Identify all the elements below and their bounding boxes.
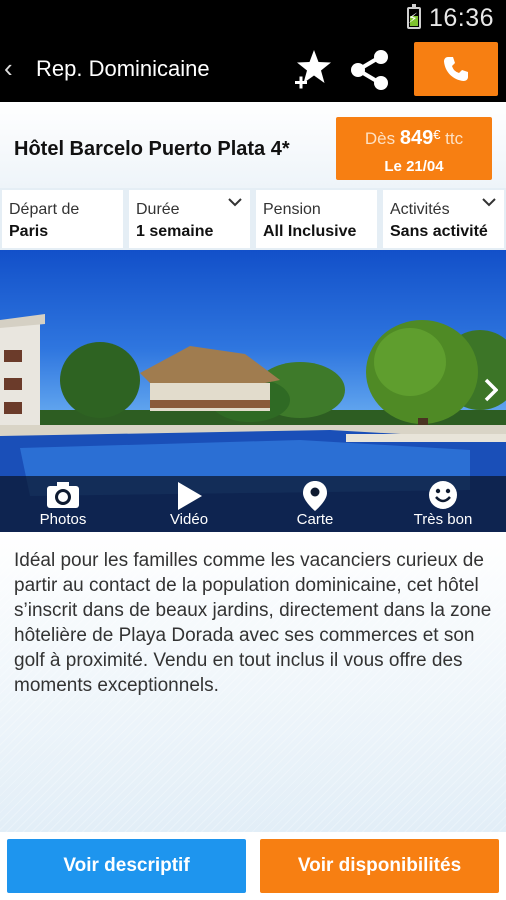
phone-icon: [444, 57, 468, 81]
page-title: Rep. Dominicaine: [36, 56, 210, 81]
filter-value: 1 semaine: [136, 223, 214, 240]
battery-charging-icon: ⚡: [407, 4, 421, 29]
filter-label: Départ de: [9, 201, 80, 218]
hotel-name: Hôtel Barcelo Puerto Plata 4*: [14, 138, 290, 160]
chevron-left-icon[interactable]: ‹: [4, 54, 20, 82]
filter-board[interactable]: Pension All Inclusive: [256, 190, 377, 248]
filter-bar: Départ de Paris Durée 1 semaine Pension …: [0, 188, 506, 250]
star-add-icon[interactable]: [292, 48, 332, 92]
filter-activities[interactable]: Activités Sans activité: [383, 190, 504, 248]
rating-button[interactable]: Très bon: [380, 476, 506, 532]
map-button[interactable]: Carte: [252, 476, 378, 532]
status-clock: 16:36: [428, 4, 494, 32]
status-bar: ⚡ 16:36: [0, 0, 506, 36]
photos-button[interactable]: Photos: [0, 476, 126, 532]
bottom-actions: Voir descriptif Voir disponibilités: [0, 832, 506, 900]
filter-label: Durée: [136, 201, 180, 218]
filter-value: Paris: [9, 223, 49, 240]
filter-duration[interactable]: Durée 1 semaine: [129, 190, 250, 248]
media-label: Photos: [39, 511, 87, 528]
price-suffix: ttc: [445, 129, 464, 148]
view-description-button[interactable]: Voir descriptif: [7, 839, 246, 893]
share-icon[interactable]: [348, 50, 392, 90]
price-amount: 849: [399, 127, 434, 149]
filter-label: Activités: [390, 201, 450, 218]
filter-departure[interactable]: Départ de Paris: [2, 190, 123, 248]
price-date: Le 21/04: [384, 158, 444, 175]
price-badge[interactable]: Dès 849€ ttc Le 21/04: [336, 117, 492, 180]
filter-value: All Inclusive: [263, 223, 357, 240]
action-bar: ‹ Rep. Dominicaine: [0, 36, 506, 102]
filter-value: Sans activité: [390, 223, 488, 240]
view-availability-button[interactable]: Voir disponibilités: [260, 839, 499, 893]
media-label: Carte: [296, 511, 334, 528]
map-pin-icon: [303, 481, 327, 511]
call-button[interactable]: [414, 42, 498, 96]
description-panel: Idéal pour les familles comme les vacanc…: [0, 532, 506, 832]
camera-icon: [47, 482, 79, 508]
filter-label: Pension: [263, 201, 321, 218]
hotel-header: Hôtel Barcelo Puerto Plata 4* Dès 849€ t…: [0, 102, 506, 188]
hotel-description: Idéal pour les familles comme les vacanc…: [14, 550, 492, 696]
media-label: Vidéo: [169, 511, 209, 528]
chevron-down-icon: [228, 198, 242, 207]
price-currency: €: [433, 127, 441, 142]
video-button[interactable]: Vidéo: [126, 476, 252, 532]
media-bar: Photos Vidéo Carte Très bon: [0, 476, 506, 532]
price-from: Dès: [364, 129, 396, 148]
media-label: Très bon: [413, 511, 473, 528]
play-icon: [178, 482, 202, 510]
chevron-right-icon[interactable]: [484, 378, 498, 402]
chevron-down-icon: [482, 198, 496, 207]
smiley-icon: [429, 481, 457, 509]
